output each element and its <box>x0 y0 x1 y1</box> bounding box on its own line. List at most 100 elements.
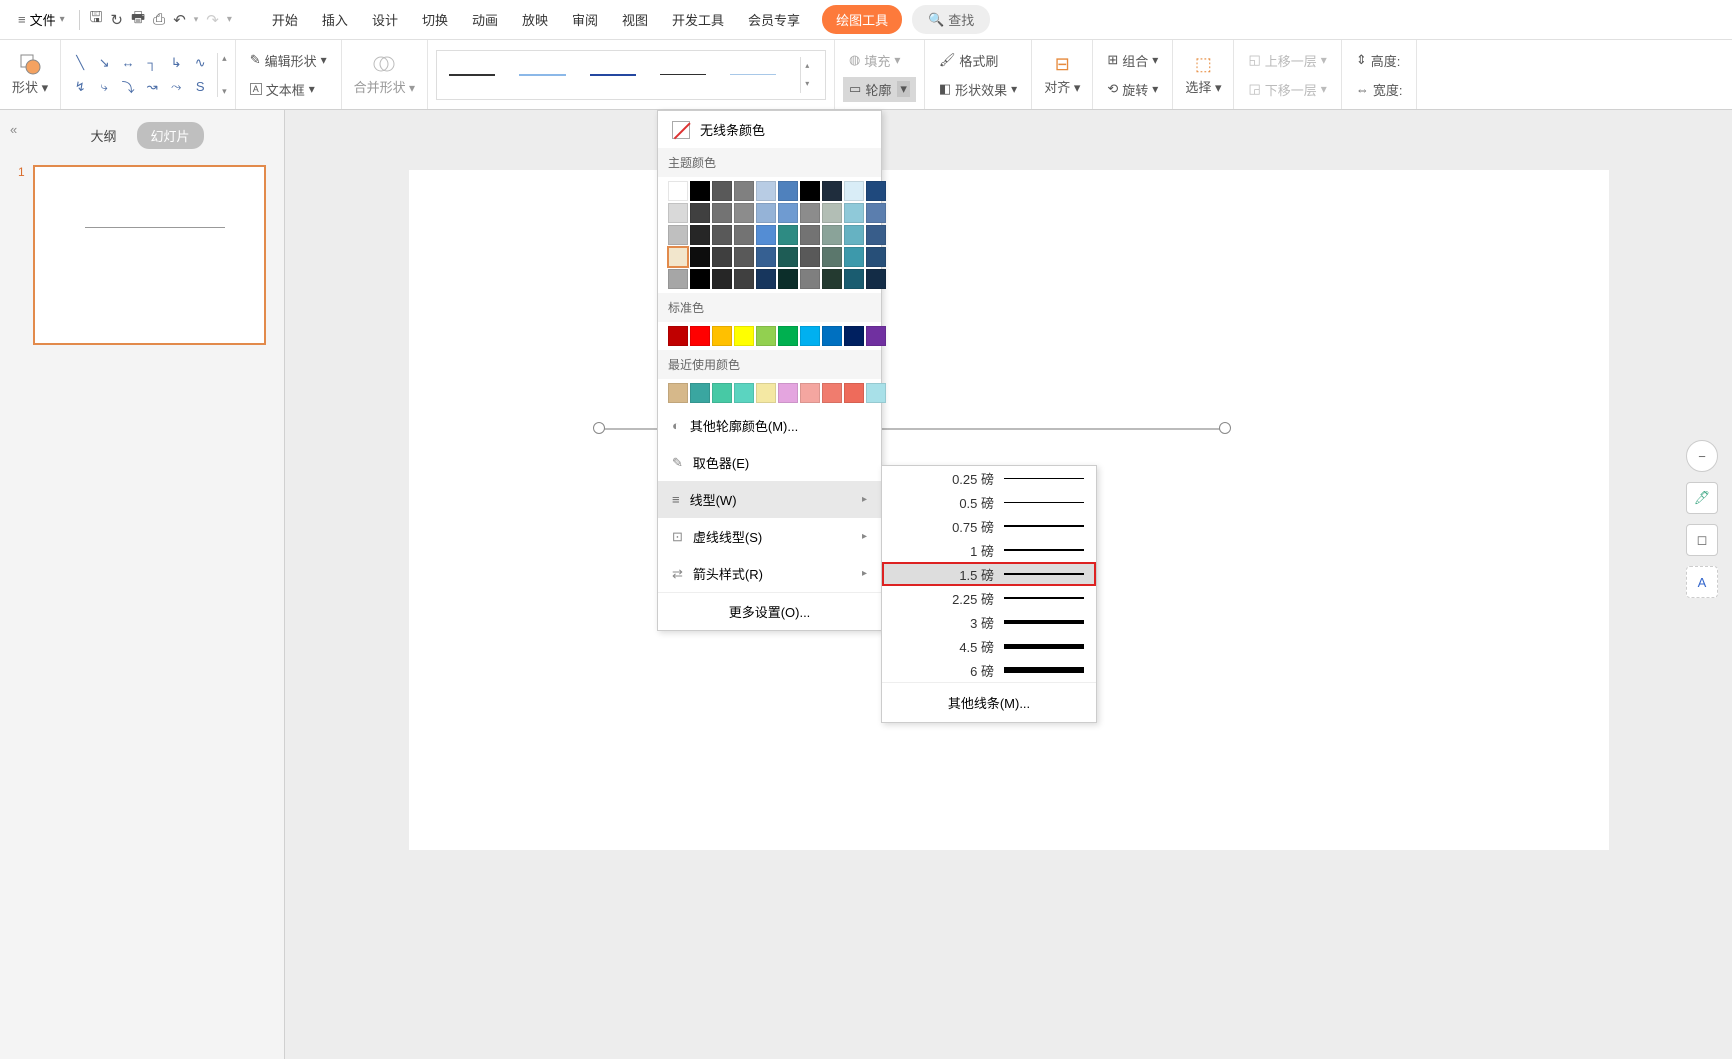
theme-color-swatch[interactable] <box>844 247 864 267</box>
edit-shape-button[interactable]: ✎编辑形状 ▾ <box>244 48 333 73</box>
select-tool-button[interactable]: A <box>1686 566 1718 598</box>
standard-color-swatch[interactable] <box>866 326 886 346</box>
theme-color-swatch[interactable] <box>778 203 798 223</box>
standard-color-swatch[interactable] <box>844 326 864 346</box>
theme-color-swatch[interactable] <box>866 225 886 245</box>
preview-icon[interactable]: ⎙ <box>149 7 169 32</box>
shape-effect-button[interactable]: ◧形状效果 ▾ <box>933 77 1023 102</box>
rotate-button[interactable]: ⟲旋转 ▾ <box>1101 77 1164 102</box>
theme-color-swatch[interactable] <box>712 247 732 267</box>
theme-color-swatch[interactable] <box>844 225 864 245</box>
standard-color-swatch[interactable] <box>756 326 776 346</box>
elbow-shape[interactable]: ┐ <box>141 52 163 74</box>
freeform-shape[interactable]: S <box>189 76 211 98</box>
handle-right[interactable] <box>1219 422 1231 434</box>
theme-color-swatch[interactable] <box>844 203 864 223</box>
theme-color-swatch[interactable] <box>734 269 754 289</box>
arrow-style-row[interactable]: ⇄ 箭头样式(R) ▸ <box>658 555 881 592</box>
standard-color-swatch[interactable] <box>822 326 842 346</box>
theme-color-swatch[interactable] <box>756 269 776 289</box>
theme-color-swatch[interactable] <box>734 203 754 223</box>
style-gallery[interactable]: ▴▾ <box>436 50 826 100</box>
connector5-shape[interactable]: ⤳ <box>165 76 187 98</box>
connector4-shape[interactable]: ↝ <box>141 76 163 98</box>
weight-option[interactable]: 6 磅 <box>882 658 1096 682</box>
style-item-5[interactable] <box>730 74 776 76</box>
select-button[interactable]: ⬚ 选择 ▾ <box>1181 50 1225 100</box>
tab-design[interactable]: 设计 <box>360 4 410 35</box>
double-arrow-shape[interactable]: ↔ <box>117 52 139 74</box>
eyedropper-row[interactable]: ✎ 取色器(E) <box>658 444 881 481</box>
theme-color-swatch[interactable] <box>712 203 732 223</box>
tab-devtools[interactable]: 开发工具 <box>660 4 736 35</box>
theme-color-swatch[interactable] <box>822 247 842 267</box>
theme-color-swatch[interactable] <box>756 247 776 267</box>
dash-style-row[interactable]: ⊡ 虚线线型(S) ▸ <box>658 518 881 555</box>
weight-option[interactable]: 1.5 磅 <box>882 562 1096 586</box>
collapse-sidebar-icon[interactable]: « <box>10 122 17 137</box>
weight-option[interactable]: 2.25 磅 <box>882 586 1096 610</box>
theme-color-swatch[interactable] <box>822 181 842 201</box>
theme-color-swatch[interactable] <box>712 181 732 201</box>
qa-customize-icon[interactable]: ▾ <box>223 10 236 29</box>
weight-option[interactable]: 0.25 磅 <box>882 466 1096 490</box>
theme-color-swatch[interactable] <box>668 225 688 245</box>
theme-color-swatch[interactable] <box>800 269 820 289</box>
shape-menu[interactable]: 形状 ▾ <box>8 49 52 100</box>
tab-transition[interactable]: 切换 <box>410 4 460 35</box>
theme-color-swatch[interactable] <box>822 269 842 289</box>
tab-review[interactable]: 审阅 <box>560 4 610 35</box>
gallery-down-icon[interactable]: ▾ <box>222 86 227 97</box>
recent-color-swatch[interactable] <box>712 383 732 403</box>
theme-color-swatch[interactable] <box>778 225 798 245</box>
tab-member[interactable]: 会员专享 <box>736 4 812 35</box>
shape-gallery[interactable]: ╲ ↘ ↔ ┐ ↳ ∿ ↯ ⤷ ⤵ ↝ ⤳ S <box>69 52 211 98</box>
width-field[interactable]: ⇔宽度: <box>1350 77 1409 102</box>
recent-color-swatch[interactable] <box>690 383 710 403</box>
theme-color-swatch[interactable] <box>690 247 710 267</box>
theme-color-swatch[interactable] <box>690 225 710 245</box>
save-icon[interactable]: 🖫 <box>86 3 107 36</box>
theme-color-swatch[interactable] <box>690 203 710 223</box>
style-item-4[interactable] <box>660 74 706 76</box>
search-box[interactable]: 🔍 查找 <box>912 5 990 34</box>
connector3-shape[interactable]: ⤵ <box>117 76 139 98</box>
standard-color-swatch[interactable] <box>800 326 820 346</box>
recent-color-swatch[interactable] <box>778 383 798 403</box>
line-shape[interactable]: ╲ <box>69 52 91 74</box>
slide-thumbnail[interactable] <box>33 165 266 345</box>
theme-color-swatch[interactable] <box>712 225 732 245</box>
undo-icon[interactable]: ↶ <box>169 7 190 33</box>
pen-tool-button[interactable]: 🖊 <box>1686 482 1718 514</box>
tab-start[interactable]: 开始 <box>260 4 310 35</box>
standard-color-swatch[interactable] <box>668 326 688 346</box>
theme-color-swatch[interactable] <box>866 181 886 201</box>
file-menu[interactable]: ≡ 文件 ▾ <box>10 6 73 33</box>
standard-color-swatch[interactable] <box>734 326 754 346</box>
theme-color-swatch[interactable] <box>866 247 886 267</box>
tab-animation[interactable]: 动画 <box>460 4 510 35</box>
layout-tool-button[interactable]: ◻ <box>1686 524 1718 556</box>
theme-color-swatch[interactable] <box>734 181 754 201</box>
redo-icon[interactable]: ↷ <box>202 7 223 33</box>
align-button[interactable]: ⊟ 对齐 ▾ <box>1040 50 1084 100</box>
theme-color-swatch[interactable] <box>712 269 732 289</box>
tab-slideshow[interactable]: 放映 <box>510 4 560 35</box>
more-settings-row[interactable]: 更多设置(O)... <box>658 592 881 630</box>
theme-color-swatch[interactable] <box>690 181 710 201</box>
recent-color-swatch[interactable] <box>844 383 864 403</box>
tab-drawing-tools[interactable]: 绘图工具 <box>822 5 902 34</box>
theme-color-swatch[interactable] <box>668 181 688 201</box>
recent-color-swatch[interactable] <box>734 383 754 403</box>
connector1-shape[interactable]: ↯ <box>69 76 91 98</box>
recent-color-swatch[interactable] <box>668 383 688 403</box>
theme-color-swatch[interactable] <box>756 181 776 201</box>
theme-color-swatch[interactable] <box>778 269 798 289</box>
theme-color-swatch[interactable] <box>668 247 688 267</box>
undo-dropdown-icon[interactable]: ▾ <box>190 10 203 29</box>
text-box-button[interactable]: A文本框 ▾ <box>244 77 333 102</box>
curve-shape[interactable]: ∿ <box>189 52 211 74</box>
theme-color-swatch[interactable] <box>800 247 820 267</box>
theme-color-swatch[interactable] <box>778 247 798 267</box>
weight-option[interactable]: 0.75 磅 <box>882 514 1096 538</box>
